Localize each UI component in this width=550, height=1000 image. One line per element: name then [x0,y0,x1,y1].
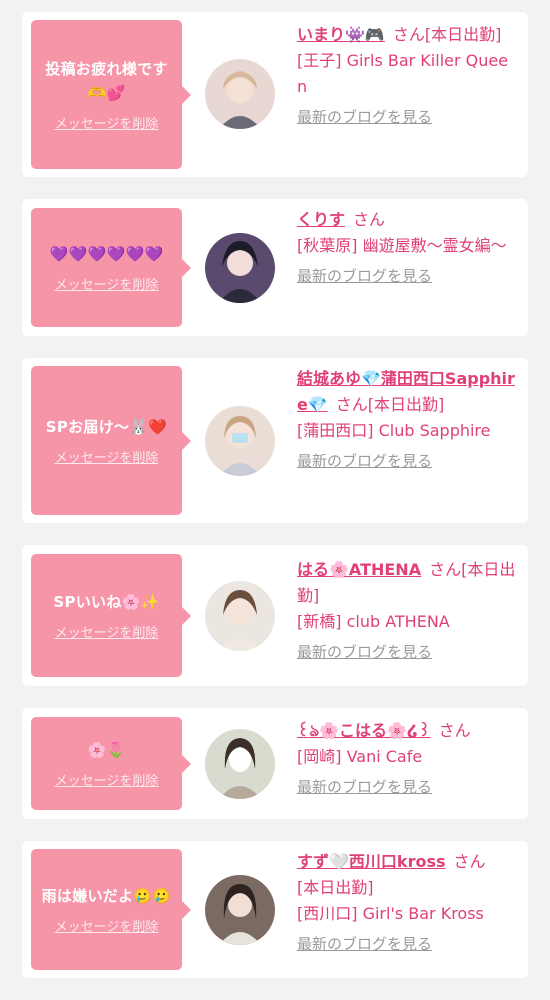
message-text: SPお届け～🐰❤️ [45,418,168,436]
cast-name-link[interactable]: いまり👾🎮 [297,25,385,44]
cast-info: ꒰ঌ🌸こはる🌸໒꒱ さん [岡崎] Vani Cafe 最新のブログを見る [297,718,517,800]
message-card: 🌸🌷 メッセージを削除 ꒰ঌ🌸こはる🌸໒꒱ さん [岡崎] Vani Cafe 最… [22,708,528,819]
message-card: 💜💜💜💜💜💜 メッセージを削除 くりす さん [秋葉原] 幽遊屋敷～霊女編～ 最新… [22,199,528,336]
avatar[interactable] [205,581,275,651]
avatar[interactable] [205,875,275,945]
latest-blog-link[interactable]: 最新のブログを見る [297,774,432,800]
avatar[interactable] [205,59,275,129]
message-bubble: 投稿お疲れ様です🫶💕 メッセージを削除 [31,20,191,169]
honorific-label: さん [438,721,471,740]
work-status: [本日出勤] [297,878,374,897]
work-status: [本日出勤] [367,395,445,414]
avatar[interactable] [205,729,275,799]
honorific-label: さん [335,395,368,414]
honorific-label: さん [453,852,486,871]
shop-label: [岡崎] Vani Cafe [297,747,423,766]
message-card: SPお届け～🐰❤️ メッセージを削除 結城あゆ💎蒲田西口Sapphire💎 さん[… [22,358,528,523]
shop-label: [西川口] Girl's Bar Kross [297,904,484,923]
message-text: 雨は嫌いだよ🥲🥲 [41,887,172,905]
cast-name-link[interactable]: すず🤍西川口kross [297,852,446,871]
message-text: SPいいね🌸✨ [53,593,160,611]
honorific-label: さん [429,560,462,579]
honorific-label: さん [392,25,425,44]
shop-label: [新橋] club ATHENA [297,612,450,631]
message-bubble: 💜💜💜💜💜💜 メッセージを削除 [31,208,191,327]
message-bubble: 雨は嫌いだよ🥲🥲 メッセージを削除 [31,849,191,970]
cast-info: すず🤍西川口kross さん [本日出勤] [西川口] Girl's Bar Kr… [297,849,517,957]
message-bubble: SPいいね🌸✨ メッセージを削除 [31,554,191,677]
shop-label: [秋葉原] 幽遊屋敷～霊女編～ [297,236,507,255]
shop-label: [王子] Girls Bar Killer Queen [297,51,509,96]
avatar[interactable] [205,406,275,476]
cast-info: くりす さん [秋葉原] 幽遊屋敷～霊女編～ 最新のブログを見る [297,207,517,289]
message-card: SPいいね🌸✨ メッセージを削除 はる🌸ATHENA さん[本日出勤] [新橋] … [22,545,528,686]
message-bubble: SPお届け～🐰❤️ メッセージを削除 [31,366,191,515]
message-bubble: 🌸🌷 メッセージを削除 [31,717,191,810]
delete-message-link[interactable]: メッセージを削除 [55,113,159,132]
delete-message-link[interactable]: メッセージを削除 [55,622,159,641]
message-card: 投稿お疲れ様です🫶💕 メッセージを削除 いまり👾🎮 さん[本日出勤] [王子] G… [22,12,528,177]
latest-blog-link[interactable]: 最新のブログを見る [297,104,432,130]
cast-info: はる🌸ATHENA さん[本日出勤] [新橋] club ATHENA 最新のブロ… [297,557,517,665]
cast-name-link[interactable]: ꒰ঌ🌸こはる🌸໒꒱ [297,721,431,740]
avatar[interactable] [205,233,275,303]
latest-blog-link[interactable]: 最新のブログを見る [297,263,432,289]
latest-blog-link[interactable]: 最新のブログを見る [297,639,432,665]
cast-name-link[interactable]: はる🌸ATHENA [297,560,421,579]
delete-message-link[interactable]: メッセージを削除 [55,274,159,293]
cast-info: 結城あゆ💎蒲田西口Sapphire💎 さん[本日出勤] [蒲田西口] Club S… [297,366,517,474]
message-text: 💜💜💜💜💜💜 [49,245,164,263]
cast-name-link[interactable]: くりす [297,210,345,229]
delete-message-link[interactable]: メッセージを削除 [55,770,159,789]
message-card: 雨は嫌いだよ🥲🥲 メッセージを削除 すず🤍西川口kross さん [本日出勤] [… [22,841,528,978]
shop-label: [蒲田西口] Club Sapphire [297,421,491,440]
latest-blog-link[interactable]: 最新のブログを見る [297,448,432,474]
cast-info: いまり👾🎮 さん[本日出勤] [王子] Girls Bar Killer Quee… [297,22,517,130]
delete-message-link[interactable]: メッセージを削除 [55,447,159,466]
message-text: 🌸🌷 [87,741,126,759]
work-status: [本日出勤] [424,25,502,44]
delete-message-link[interactable]: メッセージを削除 [55,916,159,935]
latest-blog-link[interactable]: 最新のブログを見る [297,931,432,957]
message-text: 投稿お疲れ様です🫶💕 [45,60,168,102]
honorific-label: さん [353,210,386,229]
